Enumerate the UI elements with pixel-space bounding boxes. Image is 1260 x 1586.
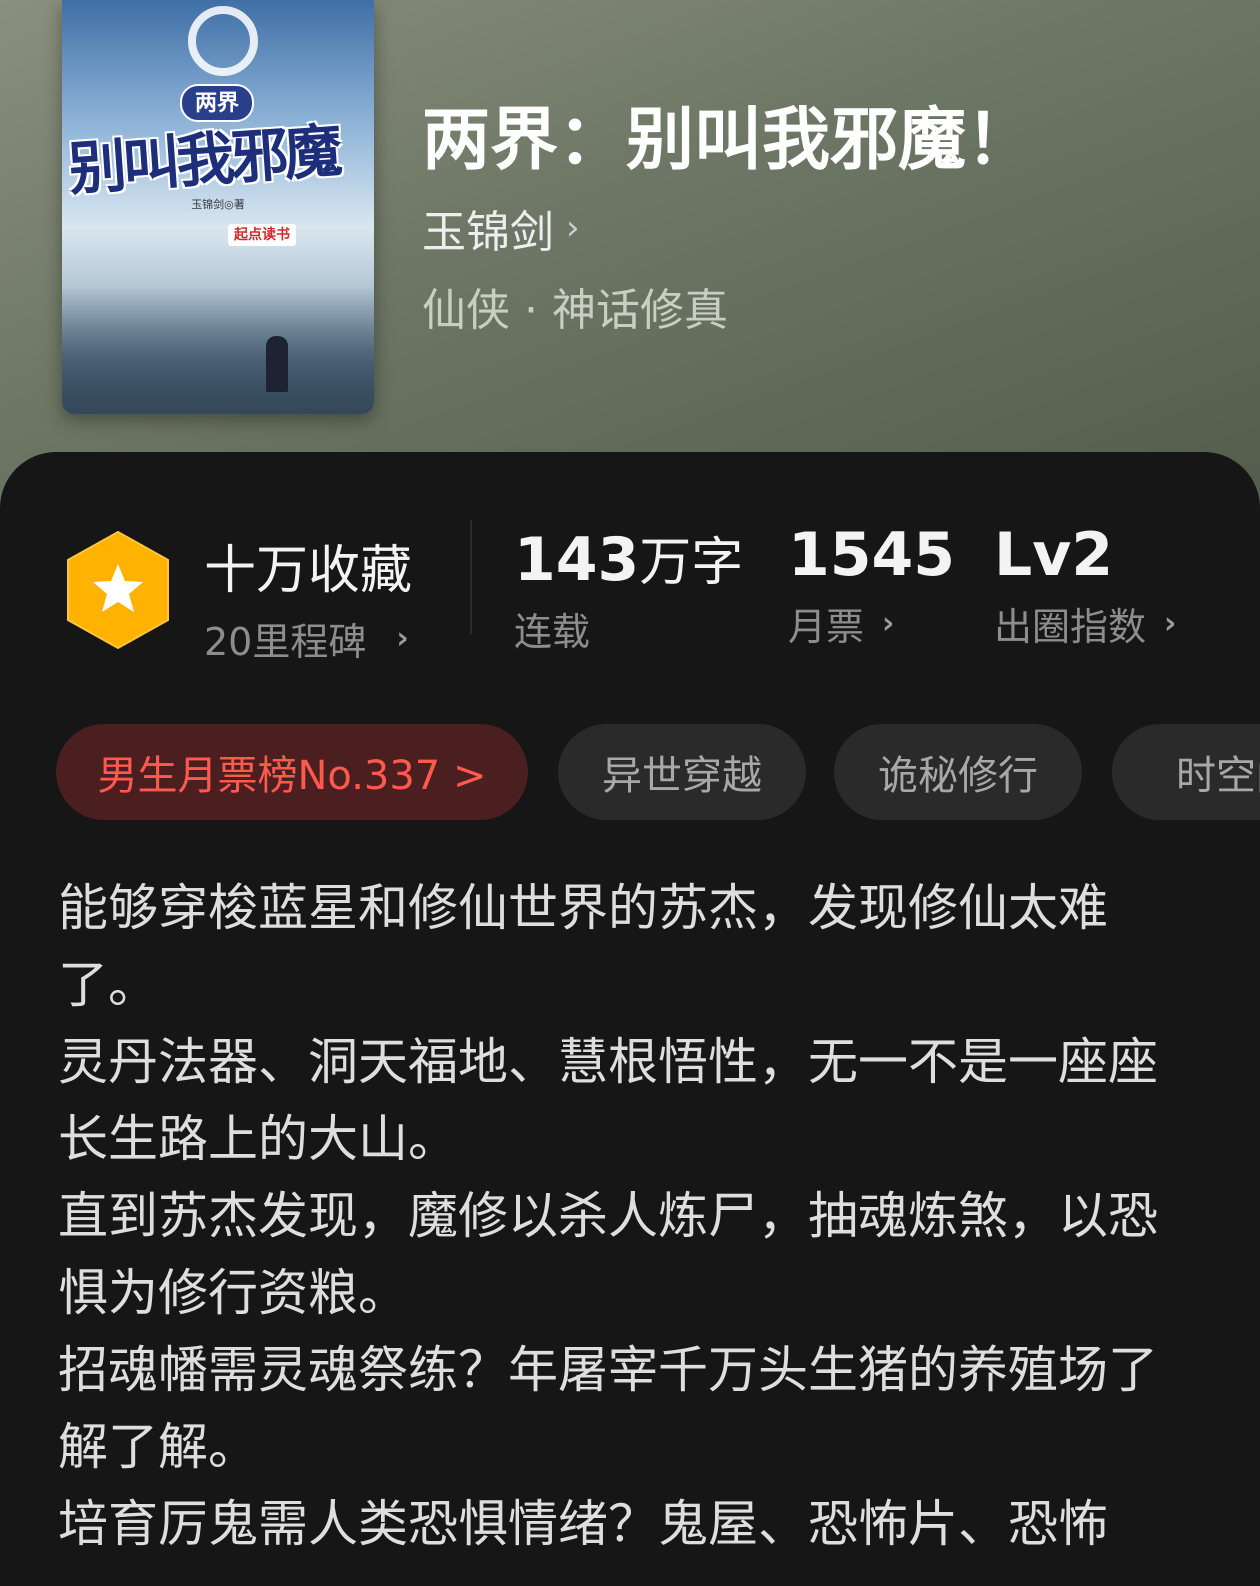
stat-index-num: Lv2	[994, 520, 1114, 590]
stat-tickets-num: 1545	[788, 520, 955, 590]
chevron-right-icon: ›	[396, 621, 409, 656]
description-paragraph: 灵丹法器、洞天福地、慧根悟性，无一不是一座座长生路上的大山。	[58, 1033, 1158, 1168]
book-cover[interactable]: 两界 别叫我邪魔 玉锦剑◎著 起点读书	[62, 0, 374, 414]
chevron-right-icon: ›	[566, 208, 580, 248]
stat-words: 143万字 连载	[514, 520, 743, 656]
stat-collect-label: 十万收藏	[204, 541, 413, 601]
stat-words-unit: 万字	[639, 533, 744, 593]
author-link[interactable]: 玉锦剑 ›	[422, 196, 580, 260]
chevron-right-icon: ›	[882, 606, 895, 641]
stat-words-num: 143	[514, 525, 640, 595]
cover-figure	[266, 336, 288, 392]
stat-collect-sub: 20里程碑	[204, 620, 367, 664]
description-paragraph: 培育厉鬼需人类恐惧情绪？鬼屋、恐怖片、恐怖	[58, 1495, 1108, 1553]
book-description[interactable]: 能够穿梭蓝星和修仙世界的苏杰，发现修仙太难了。 灵丹法器、洞天福地、慧根悟性，无…	[58, 870, 1178, 1563]
book-title: 两界：别叫我邪魔！	[422, 100, 1035, 180]
stat-collect[interactable]: 十万收藏 20里程碑 ›	[204, 528, 412, 666]
author-name: 玉锦剑	[422, 207, 554, 258]
description-paragraph: 直到苏杰发现，魔修以杀人炼尸，抽魂炼煞，以恐惧为修行资粮。	[58, 1187, 1158, 1322]
stat-divider	[470, 520, 472, 634]
description-paragraph: 招魂幡需灵魂祭练？年屠宰千万头生猪的养殖场了解了解。	[58, 1341, 1158, 1476]
cover-publisher: 起点读书	[228, 224, 296, 246]
tag-row: 男生月票榜No.337 > 异世穿越 诡秘修行 时空门	[56, 724, 1260, 820]
tag-mystic[interactable]: 诡秘修行	[834, 724, 1082, 820]
stat-tickets[interactable]: 1545 月票 ›	[788, 520, 955, 651]
swirl-icon	[188, 6, 258, 76]
cover-scenery	[62, 284, 374, 414]
cover-big-title: 别叫我邪魔	[66, 116, 341, 204]
book-genre: 仙侠 · 神话修真	[422, 285, 728, 336]
description-paragraph: 能够穿梭蓝星和修仙世界的苏杰，发现修仙太难了。	[58, 879, 1108, 1014]
chevron-right-icon: ›	[1164, 606, 1177, 641]
stat-index-sub: 出圈指数	[994, 605, 1147, 649]
stat-index[interactable]: Lv2 出圈指数 ›	[994, 520, 1176, 651]
tag-portal[interactable]: 时空门	[1112, 724, 1260, 820]
stat-tickets-sub: 月票	[788, 605, 865, 649]
cover-author-line: 玉锦剑◎著	[191, 198, 245, 211]
tag-isekai[interactable]: 异世穿越	[558, 724, 806, 820]
stat-words-sub: 连载	[514, 610, 591, 654]
star-badge-icon	[67, 530, 169, 650]
tag-rank[interactable]: 男生月票榜No.337 >	[56, 724, 528, 820]
